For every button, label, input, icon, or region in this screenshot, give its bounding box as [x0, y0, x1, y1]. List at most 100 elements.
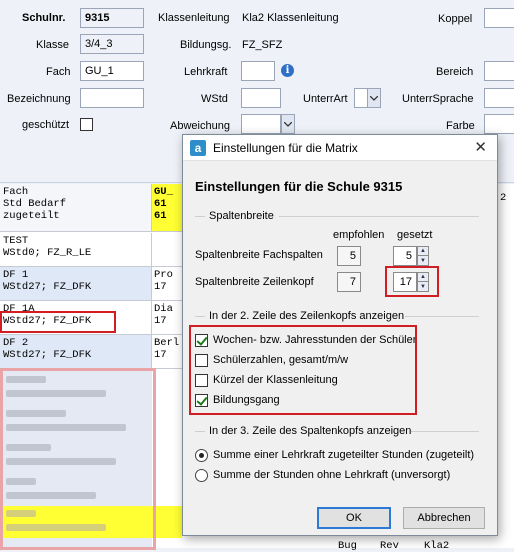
bottom-cell: Kla2: [424, 540, 450, 552]
bezeichnung-field[interactable]: [80, 88, 144, 108]
schulnr-field[interactable]: 9315: [80, 8, 144, 28]
checkbox-label[interactable]: Bildungsgang: [213, 394, 280, 406]
dialog-titlebar[interactable]: a Einstellungen für die Matrix ✕: [183, 135, 497, 161]
unterrsprache-label: UnterrSprache: [402, 93, 474, 105]
blurred-text: [6, 390, 106, 397]
klasse-field[interactable]: 3/4_3: [80, 34, 144, 54]
row-subtitle: WStd27; FZ_DFK: [3, 281, 92, 293]
abweichung-label: Abweichung: [170, 120, 230, 132]
header-line-fach: Fach: [3, 186, 29, 198]
radio-label[interactable]: Summe der Stunden ohne Lehrkraft (unvers…: [213, 469, 450, 481]
wstd-field[interactable]: [241, 88, 281, 108]
lehrkraft-label: Lehrkraft: [184, 66, 228, 78]
blurred-text: [6, 444, 51, 451]
row-title: TEST: [3, 235, 29, 247]
abweichung-field[interactable]: [241, 114, 281, 134]
lehrkraft-field[interactable]: [241, 61, 275, 81]
klasse-label: Klasse: [36, 39, 70, 51]
unterrsprache-field[interactable]: [484, 88, 514, 108]
table-row[interactable]: TEST WStd0; FZ_R_LE: [0, 233, 152, 267]
bereich-field[interactable]: [484, 61, 514, 81]
radio-label[interactable]: Summe einer Lehrkraft zugeteilter Stunde…: [213, 449, 474, 461]
klassenleitung-label: Klassenleitung: [158, 12, 230, 24]
app-icon: a: [190, 140, 206, 156]
checkbox-klassenleitung[interactable]: [195, 374, 208, 387]
checkbox-bildungsgang[interactable]: [195, 394, 208, 407]
abweichung-dropdown-button[interactable]: [281, 114, 295, 134]
header-line-zugeteilt: zugeteilt: [3, 210, 60, 222]
checkbox-label[interactable]: Wochen- bzw. Jahresstunden der Schüler: [213, 334, 416, 346]
fachspalten-gesetzt-input[interactable]: 5: [393, 246, 417, 266]
section-spaltenbreite: Spaltenbreite: [209, 210, 274, 222]
row-title: DF 2: [3, 337, 29, 349]
bildungsg-label: Bildungsg.: [180, 39, 232, 51]
farbe-label: Farbe: [446, 120, 475, 132]
table-row[interactable]: DF 1A WStd27; FZ_DFK: [0, 301, 152, 335]
unterrart-dropdown-button[interactable]: [367, 88, 381, 108]
header-line-bedarf: Std Bedarf: [3, 198, 67, 210]
zeilenkopf-gesetzt-input[interactable]: 17: [393, 272, 417, 292]
spinner-up-icon[interactable]: ▲: [418, 273, 428, 282]
blurred-text: [6, 424, 126, 431]
bottom-cell: Bug: [338, 540, 357, 552]
bezeichnung-label: Bezeichnung: [7, 93, 71, 105]
row-subtitle: WStd27; FZ_DFK: [3, 315, 92, 327]
zeilenkopf-label: Spaltenbreite Zeilenkopf: [195, 276, 314, 288]
fachspalten-label: Spaltenbreite Fachspalten: [195, 249, 323, 261]
schulnr-label: Schulnr.: [22, 12, 66, 24]
chevron-down-icon: [284, 121, 292, 127]
checkbox-label[interactable]: Schülerzahlen, gesamt/m/w: [213, 354, 348, 366]
blurred-text: [6, 376, 46, 383]
row-subtitle: WStd27; FZ_DFK: [3, 349, 92, 361]
section-zeile3: In der 3. Zeile des Spaltenkopfs anzeige…: [209, 425, 412, 437]
unterrart-field[interactable]: [354, 88, 368, 108]
table-row[interactable]: DF 1 WStd27; FZ_DFK: [0, 267, 152, 301]
farbe-field[interactable]: [484, 114, 514, 134]
fach-field[interactable]: GU_1: [80, 61, 144, 81]
row-title: DF 1: [3, 269, 29, 281]
header-cell-right: 2: [500, 192, 507, 204]
spinner-up-icon[interactable]: ▲: [418, 247, 428, 256]
divider: [279, 216, 479, 217]
radio-unversorgt[interactable]: [195, 469, 208, 482]
geschuetzt-checkbox[interactable]: [80, 118, 93, 131]
blurred-text: [6, 410, 66, 417]
radio-zugeteilt[interactable]: [195, 449, 208, 462]
chevron-down-icon: [370, 95, 378, 101]
blurred-text: [6, 458, 116, 465]
blurred-text: [6, 492, 96, 499]
koppel-field[interactable]: [484, 8, 514, 28]
spinner-down-icon[interactable]: ▼: [418, 282, 428, 291]
close-icon[interactable]: ✕: [474, 138, 487, 156]
col-empfohlen: empfohlen: [333, 229, 385, 241]
table-row[interactable]: DF 2 WStd27; FZ_DFK: [0, 335, 152, 369]
divider: [405, 316, 479, 317]
unterrart-label: UnterrArt: [303, 93, 348, 105]
blurred-text: [6, 524, 106, 531]
klassenleitung-value: Kla2 Klassenleitung: [242, 12, 339, 24]
fachspalten-empfohlen: 5: [337, 246, 361, 266]
blurred-text: [6, 478, 36, 485]
ok-button[interactable]: OK: [317, 507, 391, 529]
cancel-button[interactable]: Abbrechen: [403, 507, 485, 529]
fach-label: Fach: [46, 66, 71, 78]
wstd-label: WStd: [201, 93, 228, 105]
row-title: DF 1A: [3, 303, 35, 315]
bottom-cell: Rev: [380, 540, 399, 552]
fachspalten-spinner[interactable]: ▲ ▼: [417, 246, 429, 266]
checkbox-schuelerzahlen[interactable]: [195, 354, 208, 367]
info-icon[interactable]: i: [281, 64, 294, 77]
checkbox-label[interactable]: Kürzel der Klassenleitung: [213, 374, 338, 386]
zeilenkopf-spinner[interactable]: ▲ ▼: [417, 272, 429, 292]
checkbox-wochenstunden[interactable]: [195, 334, 208, 347]
matrix-header-rowhead: Fach Std Bedarf zugeteilt: [0, 184, 152, 232]
dialog-heading: Einstellungen für die Schule 9315: [195, 179, 403, 194]
blurred-text: [6, 510, 36, 517]
spinner-down-icon[interactable]: ▼: [418, 256, 428, 265]
dialog-title: Einstellungen für die Matrix: [213, 141, 358, 155]
section-zeile2: In der 2. Zeile des Zeilenkopfs anzeigen: [209, 310, 405, 322]
divider: [195, 431, 205, 432]
bereich-label: Bereich: [436, 66, 474, 78]
divider: [195, 216, 205, 217]
divider: [411, 431, 479, 432]
